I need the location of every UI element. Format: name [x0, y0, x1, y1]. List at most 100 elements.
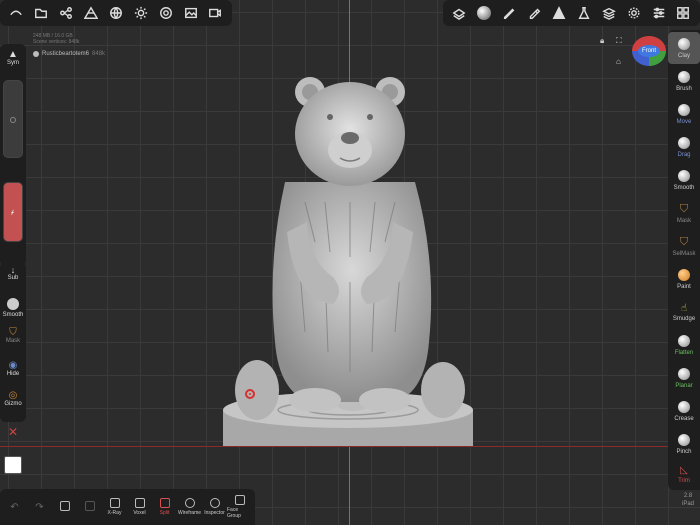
smooth-toggle[interactable]: Smooth: [1, 298, 25, 318]
tool-clay[interactable]: Clay: [668, 32, 700, 64]
mesh-gear-icon: [33, 51, 39, 57]
tool-label: Paint: [677, 283, 691, 290]
gizmo-icon: ◎: [8, 390, 18, 401]
symmetry-button[interactable]: ▲ Sym: [1, 49, 25, 66]
smooth-label: Smooth: [2, 312, 24, 318]
material-sphere-icon[interactable]: [475, 4, 493, 22]
tool-brush[interactable]: Brush: [668, 65, 700, 97]
selmask-icon: ⛉: [679, 235, 689, 248]
lock-icon[interactable]: 🔒︎: [600, 36, 604, 46]
tool-label: Smooth: [673, 184, 695, 191]
tool-drag[interactable]: Drag: [668, 131, 700, 163]
stroke-off-toggle[interactable]: ✕: [1, 425, 25, 439]
picker-icon[interactable]: [525, 4, 543, 22]
intensity-icon: ᚋ: [11, 210, 14, 216]
tool-label: Planar: [675, 382, 693, 389]
split-icon: [159, 498, 170, 508]
save-icon: [59, 501, 70, 511]
gizmo-toggle[interactable]: ◎ Gizmo: [1, 390, 25, 407]
flask-icon[interactable]: [575, 4, 593, 22]
home-icon[interactable]: ⌂: [616, 57, 621, 66]
radius-icon: [10, 117, 16, 123]
tool-pinch[interactable]: Pinch: [668, 428, 700, 460]
grid-menu-icon[interactable]: [674, 4, 692, 22]
bear-totem-model[interactable]: [215, 72, 485, 450]
redo-button[interactable]: ↷: [27, 502, 52, 513]
shading-icon[interactable]: [550, 4, 568, 22]
split-button[interactable]: Split: [152, 498, 177, 516]
undo-button[interactable]: ↶: [2, 502, 27, 513]
globe-icon[interactable]: [107, 4, 125, 22]
drag-icon: [678, 136, 690, 149]
voxel-button[interactable]: Voxel: [127, 498, 152, 516]
tool-planar[interactable]: Planar: [668, 362, 700, 394]
tool-mask[interactable]: ⛉ Mask: [668, 197, 700, 229]
device-label: iPad: [681, 501, 694, 507]
redo-icon: ↷: [35, 501, 44, 513]
tool-trim[interactable]: ◺ Trim: [668, 458, 700, 490]
tool-smooth[interactable]: Smooth: [668, 164, 700, 196]
tool-label: Flatten: [674, 349, 694, 356]
wireframe-label: Wireframe: [177, 510, 202, 516]
undo-icon: ↶: [10, 501, 19, 513]
xray-button[interactable]: X-Ray: [102, 498, 127, 516]
intensity-slider[interactable]: ᚋ: [3, 182, 23, 242]
tool-label: Crease: [674, 415, 694, 422]
scene-info: 248 MB / 16.0 GB Scene vertices: 848k: [33, 33, 79, 45]
tool-label: Drag: [677, 151, 691, 158]
device-info: 2.8 iPad: [678, 492, 698, 508]
orientation-gizmo[interactable]: Front: [632, 36, 666, 66]
radius-slider[interactable]: [3, 80, 23, 158]
camera-lens-icon[interactable]: [157, 4, 175, 22]
settings-gear-icon[interactable]: [625, 4, 643, 22]
layers-stack-icon[interactable]: [450, 4, 468, 22]
symmetry-label: Sym: [7, 60, 19, 66]
light-icon[interactable]: [132, 4, 150, 22]
stroke-disabled-icon: ✕: [7, 425, 19, 439]
split-label: Split: [159, 510, 170, 516]
facegroup-label: Face Group: [227, 507, 241, 519]
tool-smudge[interactable]: ☝ Smudge: [668, 296, 700, 328]
image-icon[interactable]: [182, 4, 200, 22]
subdivide-button[interactable]: ↓ Sub: [1, 265, 25, 281]
brush-icon: [678, 70, 690, 83]
mask-toggle[interactable]: ⛉ Mask: [1, 327, 25, 344]
move-icon: [678, 103, 690, 116]
facegroup-icon: [234, 495, 245, 505]
stroke-pen-icon[interactable]: [500, 4, 518, 22]
folder-icon[interactable]: [32, 4, 50, 22]
frame-icon[interactable]: ⛶: [616, 36, 622, 46]
tool-move[interactable]: Move: [668, 98, 700, 130]
mesh-tag[interactable]: Rusticbeartotem6 848k: [33, 51, 105, 57]
sliders-icon[interactable]: [650, 4, 668, 22]
tool-label: Pinch: [676, 448, 692, 455]
tool-label: SelMask: [672, 250, 696, 257]
hide-toggle[interactable]: ◉ Hide: [1, 360, 25, 377]
gizmo-front-label: Front: [637, 45, 660, 57]
topology-icon[interactable]: [82, 4, 100, 22]
planar-icon: [678, 367, 690, 380]
tool-selmask[interactable]: ⛉ SelMask: [668, 230, 700, 262]
hide-eye-icon: ◉: [8, 360, 18, 371]
tool-paint[interactable]: Paint: [668, 263, 700, 295]
scene-graph-icon[interactable]: [57, 4, 75, 22]
color-swatch[interactable]: [4, 456, 22, 474]
smooth-icon: [678, 169, 690, 182]
wireframe-button[interactable]: Wireframe: [177, 498, 202, 516]
smudge-icon: ☝: [680, 302, 688, 314]
voxel-icon: [134, 498, 145, 508]
tool-crease[interactable]: Crease: [668, 395, 700, 427]
tool-flatten[interactable]: Flatten: [668, 329, 700, 361]
nomad-logo-icon[interactable]: [7, 4, 25, 22]
save-button[interactable]: [52, 501, 77, 513]
video-icon[interactable]: [206, 4, 224, 22]
cut-button[interactable]: [77, 501, 102, 513]
inspector-button[interactable]: Inspector: [202, 498, 227, 516]
tool-label: Move: [676, 118, 692, 125]
gizmo-label: Gizmo: [4, 401, 22, 407]
brush-cursor: [245, 389, 255, 399]
version-label: 2.8: [683, 493, 693, 499]
layers-icon[interactable]: [600, 4, 618, 22]
facegroup-button[interactable]: Face Group: [227, 495, 252, 519]
tool-label: Clay: [677, 52, 690, 59]
